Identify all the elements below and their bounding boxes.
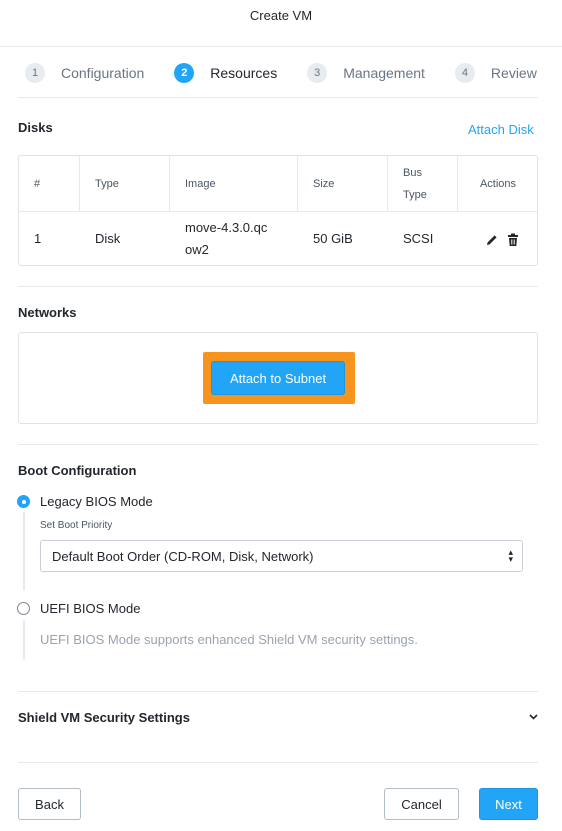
divider (18, 286, 538, 287)
boot-config-title: Boot Configuration (18, 463, 137, 478)
step-label: Management (343, 65, 425, 81)
cell-image: move-4.3.0.qcow2 (185, 219, 268, 257)
legacy-bios-label[interactable]: Legacy BIOS Mode (40, 494, 153, 509)
step-label: Review (490, 65, 537, 81)
column-header-type: Type (80, 156, 170, 211)
boot-priority-value: Default Boot Order (CD-ROM, Disk, Networ… (52, 548, 314, 564)
divider (18, 762, 538, 763)
step-number: 4 (454, 63, 475, 83)
column-header-image: Image (170, 156, 298, 211)
attach-disk-link[interactable]: Attach Disk (468, 122, 534, 137)
edit-icon[interactable] (485, 232, 499, 246)
boot-priority-label: Set Boot Priority (40, 520, 113, 531)
attach-subnet-button[interactable]: Attach to Subnet (211, 361, 345, 395)
column-header-number: # (19, 156, 80, 211)
next-button[interactable]: Next (479, 788, 538, 820)
step-label: Resources (210, 65, 278, 81)
cell-type: Disk (95, 230, 121, 246)
uefi-bios-label[interactable]: UEFI BIOS Mode (40, 601, 140, 616)
divider (18, 97, 538, 98)
divider (18, 691, 538, 692)
dialog-title: Create VM (249, 8, 313, 23)
divider (18, 444, 538, 445)
step-number: 3 (307, 63, 328, 83)
step-label: Configuration (61, 65, 145, 81)
step-number: 2 (174, 63, 195, 83)
wizard-steps: 1 Configuration 2 Resources 3 Management… (25, 62, 537, 84)
legacy-bios-radio[interactable] (17, 495, 30, 508)
chevron-down-icon[interactable] (529, 711, 538, 723)
uefi-note: UEFI BIOS Mode supports enhanced Shield … (40, 632, 418, 647)
disks-table: # Type Image Size Bus Type Actions 1 Dis… (18, 155, 538, 266)
shield-vm-title[interactable]: Shield VM Security Settings (18, 710, 190, 725)
delete-icon[interactable] (507, 232, 519, 246)
cell-bus-type: SCSI (403, 230, 434, 246)
radio-guide-line (23, 620, 25, 660)
cell-number: 1 (34, 230, 42, 246)
step-resources[interactable]: 2 Resources (174, 63, 277, 83)
step-review[interactable]: 4 Review (454, 63, 537, 83)
boot-priority-select[interactable]: Default Boot Order (CD-ROM, Disk, Networ… (40, 540, 523, 572)
networks-title: Networks (18, 305, 77, 320)
divider (0, 46, 562, 47)
step-configuration[interactable]: 1 Configuration (25, 63, 144, 83)
radio-guide-line (23, 512, 25, 590)
column-header-bus-type: Bus Type (388, 156, 458, 211)
column-header-actions: Actions (479, 177, 517, 190)
step-number: 1 (25, 63, 45, 83)
step-management[interactable]: 3 Management (307, 63, 425, 83)
cell-size: 50 GiB (313, 230, 353, 246)
disks-title: Disks (18, 120, 53, 135)
column-header-size: Size (298, 156, 388, 211)
select-caret-icon: ▴ ▾ (508, 547, 513, 564)
back-button[interactable]: Back (18, 788, 81, 820)
uefi-bios-radio[interactable] (17, 602, 30, 615)
cancel-button[interactable]: Cancel (384, 788, 459, 820)
cell-actions (485, 211, 539, 266)
